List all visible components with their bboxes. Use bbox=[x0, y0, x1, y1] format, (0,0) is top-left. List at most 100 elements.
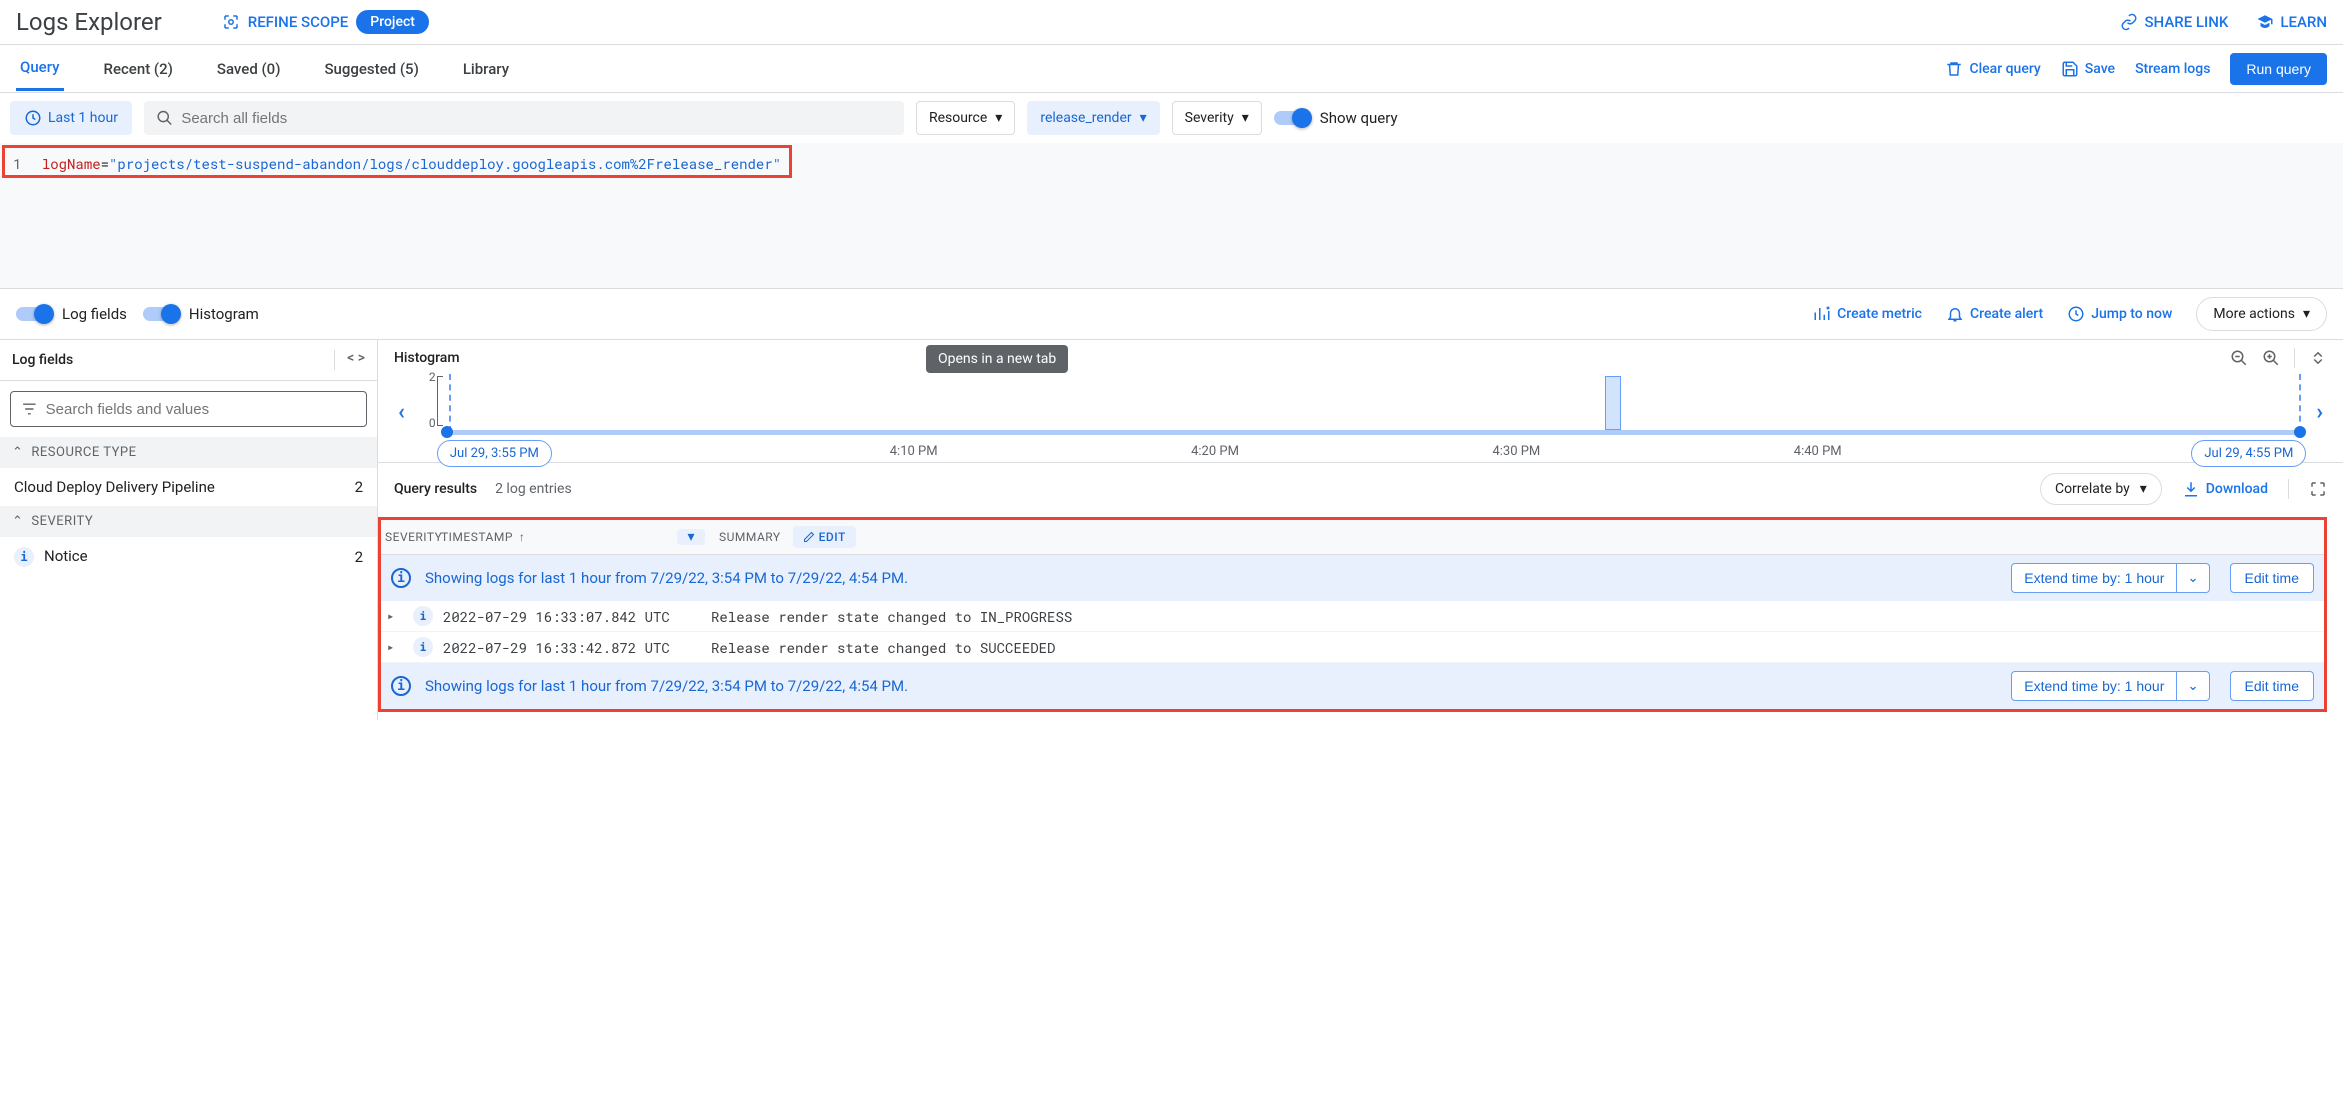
tab-recent[interactable]: Recent (2) bbox=[100, 48, 177, 90]
metric-icon bbox=[1813, 305, 1831, 323]
results-table: SEVERITY TIMESTAMP ↑ ▾ SUMMARY EDIT i Sh… bbox=[378, 517, 2327, 712]
run-query-button[interactable]: Run query bbox=[2230, 53, 2327, 85]
field-search-box[interactable] bbox=[10, 391, 367, 427]
col-severity[interactable]: SEVERITY bbox=[381, 530, 439, 544]
results-count: 2 log entries bbox=[495, 481, 572, 497]
toggle-switch[interactable] bbox=[1274, 111, 1310, 125]
filters-row: Last 1 hour Resource ▾ release_render ▾ … bbox=[0, 93, 2343, 143]
histogram-title: Histogram bbox=[394, 350, 2327, 366]
link-icon bbox=[2120, 13, 2138, 31]
more-actions-button[interactable]: More actions ▾ bbox=[2196, 297, 2327, 331]
chevron-up-icon: ⌃ bbox=[12, 445, 23, 460]
learn-button[interactable]: LEARN bbox=[2256, 13, 2327, 31]
jump-now-button[interactable]: Jump to now bbox=[2067, 305, 2172, 323]
chevron-down-icon: ▾ bbox=[995, 110, 1002, 126]
search-icon bbox=[156, 109, 173, 127]
log-fields-toggle[interactable]: Log fields bbox=[16, 305, 127, 323]
tabs-row: Query Recent (2) Saved (0) Suggested (5)… bbox=[0, 45, 2343, 93]
section-resource-type[interactable]: ⌃ RESOURCE TYPE bbox=[0, 437, 377, 468]
stream-logs-button[interactable]: Stream logs bbox=[2135, 61, 2210, 77]
save-button[interactable]: Save bbox=[2061, 60, 2115, 78]
search-input[interactable] bbox=[181, 110, 892, 127]
field-row-severity[interactable]: iNotice 2 bbox=[0, 537, 377, 577]
share-link-button[interactable]: SHARE LINK bbox=[2120, 13, 2228, 31]
divider bbox=[334, 350, 335, 370]
query-editor-area[interactable] bbox=[0, 178, 2343, 288]
notice-severity-icon: i bbox=[14, 547, 34, 567]
severity-badge: i bbox=[413, 606, 433, 626]
chevron-down-icon: ▾ bbox=[2303, 306, 2310, 322]
middle-toolbar: Log fields Histogram Create metric Creat… bbox=[0, 288, 2343, 339]
section-severity[interactable]: ⌃ SEVERITY bbox=[0, 506, 377, 537]
refine-scope-button[interactable]: REFINE SCOPE Project bbox=[222, 10, 429, 34]
save-icon bbox=[2061, 60, 2079, 78]
tab-saved[interactable]: Saved (0) bbox=[213, 48, 285, 90]
filter-icon bbox=[21, 400, 38, 418]
clear-query-button[interactable]: Clear query bbox=[1945, 60, 2040, 78]
page-title: Logs Explorer bbox=[16, 8, 162, 36]
col-timestamp[interactable]: TIMESTAMP ↑ ▾ bbox=[439, 529, 715, 545]
log-timestamp: 2022-07-29 16:33:07.842 UTC bbox=[443, 607, 711, 626]
query-editor[interactable]: 1 logName="projects/test-suspend-abandon… bbox=[2, 145, 792, 178]
edit-summary-button[interactable]: EDIT bbox=[793, 526, 856, 548]
log-summary: Release render state changed to SUCCEEDE… bbox=[711, 638, 2318, 657]
time-range-chip[interactable]: Last 1 hour bbox=[10, 101, 132, 135]
divider bbox=[2294, 348, 2295, 368]
histogram-canvas[interactable]: 2 0 Jul 29, 3:55 PM 4:10 PM 4:20 PM 4:30… bbox=[419, 372, 2302, 452]
trash-icon bbox=[1945, 60, 1963, 78]
extend-time-button[interactable]: Extend time by: 1 hour bbox=[2011, 671, 2177, 701]
next-arrow[interactable]: › bbox=[2312, 400, 2327, 425]
chevron-down-icon: ▾ bbox=[1242, 110, 1249, 126]
info-row-top: i Showing logs for last 1 hour from 7/29… bbox=[381, 555, 2324, 601]
extend-time-dropdown[interactable]: ⌄ bbox=[2177, 563, 2209, 593]
edit-time-button[interactable]: Edit time bbox=[2230, 563, 2314, 593]
expand-icon[interactable] bbox=[2309, 349, 2327, 367]
download-button[interactable]: Download bbox=[2182, 480, 2268, 498]
info-icon: i bbox=[391, 676, 411, 696]
show-query-toggle[interactable]: Show query bbox=[1274, 109, 1398, 127]
log-row[interactable]: ▸ i 2022-07-29 16:33:07.842 UTC Release … bbox=[381, 601, 2324, 632]
results-header: Query results 2 log entries Correlate by… bbox=[378, 462, 2343, 515]
field-row-resource[interactable]: Cloud Deploy Delivery Pipeline 2 bbox=[0, 468, 377, 506]
prev-arrow[interactable]: ‹ bbox=[394, 400, 409, 425]
logname-dropdown[interactable]: release_render ▾ bbox=[1027, 101, 1159, 135]
chevron-down-icon: ▾ bbox=[2140, 481, 2147, 497]
extend-time-button[interactable]: Extend time by: 1 hour bbox=[2011, 563, 2177, 593]
toggle-switch[interactable] bbox=[143, 307, 179, 321]
create-metric-button[interactable]: Create metric bbox=[1813, 305, 1922, 323]
col-summary: SUMMARY EDIT bbox=[715, 526, 2324, 548]
line-number: 1 bbox=[13, 154, 21, 173]
sidebar-title: Log fields bbox=[12, 352, 73, 368]
expand-icon[interactable]: ▸ bbox=[387, 608, 403, 624]
project-pill[interactable]: Project bbox=[356, 10, 429, 34]
end-time-pill[interactable]: Jul 29, 4:55 PM bbox=[2191, 440, 2306, 467]
histogram-panel: Histogram ‹ 2 0 bbox=[378, 340, 2343, 462]
zoom-in-icon[interactable] bbox=[2262, 349, 2280, 367]
sort-arrow-icon: ↑ bbox=[519, 530, 526, 544]
results-title: Query results bbox=[394, 481, 477, 497]
edit-time-button[interactable]: Edit time bbox=[2230, 671, 2314, 701]
resource-dropdown[interactable]: Resource ▾ bbox=[916, 101, 1015, 135]
toggle-switch[interactable] bbox=[16, 307, 52, 321]
tab-library[interactable]: Library bbox=[459, 48, 513, 90]
correlate-dropdown[interactable]: Correlate by ▾ bbox=[2040, 473, 2162, 505]
timestamp-sort-dropdown[interactable]: ▾ bbox=[677, 529, 705, 545]
page-header: Logs Explorer REFINE SCOPE Project SHARE… bbox=[0, 0, 2343, 45]
zoom-out-icon[interactable] bbox=[2230, 349, 2248, 367]
log-summary: Release render state changed to IN_PROGR… bbox=[711, 607, 2318, 626]
severity-dropdown[interactable]: Severity ▾ bbox=[1172, 101, 1262, 135]
histogram-toggle[interactable]: Histogram bbox=[143, 305, 259, 323]
collapse-icon[interactable]: < > bbox=[347, 350, 365, 370]
start-time-pill[interactable]: Jul 29, 3:55 PM bbox=[437, 440, 552, 467]
field-search-input[interactable] bbox=[46, 401, 356, 418]
fullscreen-icon[interactable] bbox=[2309, 480, 2327, 498]
tab-suggested[interactable]: Suggested (5) bbox=[320, 48, 422, 90]
expand-icon[interactable]: ▸ bbox=[387, 639, 403, 655]
scope-icon bbox=[222, 13, 240, 31]
extend-time-dropdown[interactable]: ⌄ bbox=[2177, 671, 2209, 701]
info-row-bottom: i Showing logs for last 1 hour from 7/29… bbox=[381, 663, 2324, 709]
create-alert-button[interactable]: Create alert bbox=[1946, 305, 2043, 323]
tab-query[interactable]: Query bbox=[16, 46, 64, 91]
search-box[interactable] bbox=[144, 101, 904, 135]
log-row[interactable]: ▸ i 2022-07-29 16:33:42.872 UTC Release … bbox=[381, 632, 2324, 663]
